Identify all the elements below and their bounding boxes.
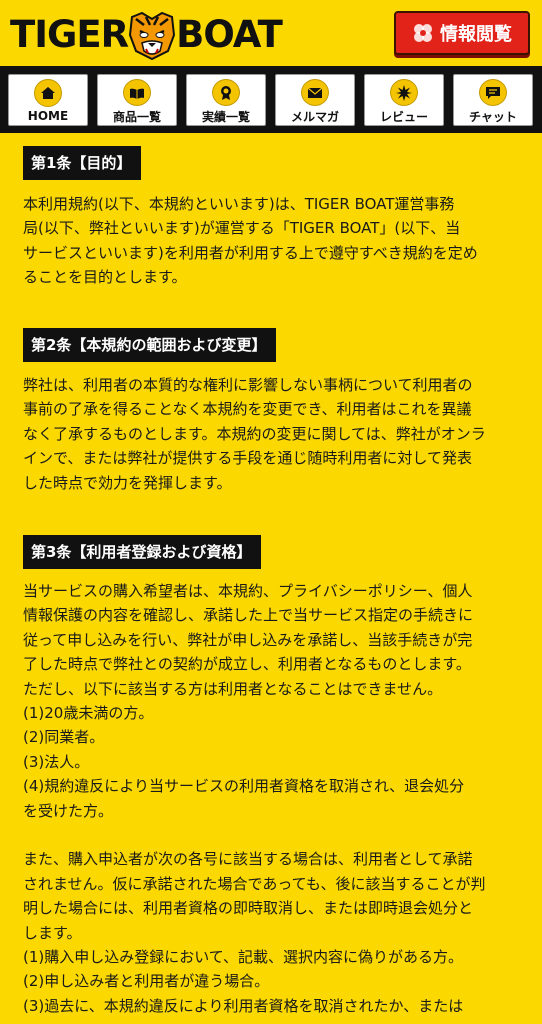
text-line: 明した場合には、利用者資格の即時取消し、または即時退会処分と (23, 899, 474, 918)
text-line: 本利用規約(以下、本規約といいます)は、TIGER BOAT運営事務 (23, 195, 455, 213)
text-line: 事前の了承を得ることなく本規約を変更でき、利用者はこれを異議 (23, 400, 472, 419)
clover-icon (414, 24, 432, 42)
info-view-label: 情報閲覧 (440, 24, 512, 45)
nav-item-chat[interactable]: チャット (453, 74, 533, 126)
site-header: TIGER BOAT 情報閲覧 (0, 0, 542, 66)
site-logo[interactable]: TIGER BOAT (10, 10, 283, 61)
text-line: されません。仮に承諾された場合であっても、後に該当することが判 (23, 874, 486, 893)
section-title: 第3条【利用者登録および資格】 (23, 535, 262, 569)
text-line: (1)20歳未満の方。 (23, 704, 154, 723)
text-line: した時点で効力を発揮します。 (23, 473, 232, 492)
section-body: 当サービスの購入希望者は、本規約、プライバシーポリシー、個人 情報保護の内容を確… (23, 579, 523, 1018)
nav-item-label: チャット (469, 110, 517, 124)
nav-item-label: メルマガ (290, 110, 339, 124)
text-line: サービスといいます)を利用者が利用する上で遵守すべき規約を定め (23, 243, 478, 262)
text-line: (1)購入申し込み登録において、記載、選択内容に偽りがある方。 (23, 948, 464, 967)
mail-icon (301, 79, 329, 106)
nav-item-results[interactable]: 実績一覧 (186, 74, 266, 126)
book-icon (123, 79, 151, 106)
text-line: します。 (23, 923, 82, 942)
section-body: 本利用規約(以下、本規約といいます)は、TIGER BOAT運営事務 局(以下、… (23, 192, 523, 290)
text-line (23, 823, 523, 847)
text-line: 弊社は、利用者の本質的な権利に影響しない事柄について利用者の (23, 376, 473, 394)
nav-item-newsletter[interactable]: メルマガ (275, 74, 355, 126)
text-line: ただし、以下に該当する方は利用者となることはできません。 (23, 679, 443, 698)
text-line: 局(以下、弊社といいます)が運営する「TIGER BOAT」(以下、当 (23, 219, 461, 238)
nav-item-label: レビュー (379, 110, 428, 124)
nav-item-label: HOME (27, 109, 69, 123)
section-body: 弊社は、利用者の本質的な権利に影響しない事柄について利用者の 事前の了承を得るこ… (23, 373, 523, 495)
text-line: また、購入申込者が次の各号に該当する場合は、利用者として承諾 (23, 850, 473, 869)
text-line: 当サービスの購入希望者は、本規約、プライバシーポリシー、個人 (23, 582, 473, 600)
text-line: (3)法人。 (23, 752, 90, 771)
text-line: (2)同業者。 (23, 728, 105, 747)
text-line: 了した時点で弊社との契約が成立し、利用者となるものとします。 (23, 655, 471, 674)
nav-item-products[interactable]: 商品一覧 (97, 74, 177, 126)
award-icon (212, 79, 240, 106)
text-line: ることを目的とします。 (23, 268, 187, 287)
terms-content: 第1条【目的】 本利用規約(以下、本規約といいます)は、TIGER BOAT運営… (0, 133, 542, 1024)
text-line: を受けた方。 (23, 801, 114, 820)
nav-item-review[interactable]: レビュー (364, 74, 444, 126)
text-line: (4)規約違反により当サービスの利用者資格を取消され、退会処分 (23, 777, 465, 796)
text-line: インで、または弊社が提供する手段を通じ随時利用者に対して発表 (23, 449, 472, 468)
logo-text-right: BOAT (176, 13, 283, 56)
tiger-face-icon (129, 11, 176, 61)
nav-item-label: 実績一覧 (201, 110, 250, 124)
nav-item-label: 商品一覧 (112, 110, 161, 124)
text-line: (2)申し込み者と利用者が違う場合。 (23, 972, 270, 991)
text-line: 情報保護の内容を確認し、承諾した上で当サービス指定の手続きに (23, 606, 474, 625)
info-view-button[interactable]: 情報閲覧 (394, 11, 530, 55)
star-burst-icon (390, 79, 418, 106)
main-nav: HOME 商品一覧 実績一覧 メルマガ レビュー チャット (0, 66, 542, 133)
nav-item-home[interactable]: HOME (8, 74, 88, 126)
section-title: 第2条【本規約の範囲および変更】 (23, 328, 277, 362)
chat-icon (479, 79, 507, 106)
text-line: 従って申し込みを行い、弊社が申し込みを承諾し、当該手続きが完 (23, 630, 473, 649)
home-icon (34, 79, 62, 107)
logo-text-left: TIGER (10, 13, 129, 56)
section-title: 第1条【目的】 (23, 146, 142, 180)
text-line: (3)過去に、本規約違反により利用者資格を取消されたか、または (23, 996, 464, 1015)
text-line: なく了承するものとします。本規約の変更に関しては、弊社がオンラ (23, 424, 486, 443)
